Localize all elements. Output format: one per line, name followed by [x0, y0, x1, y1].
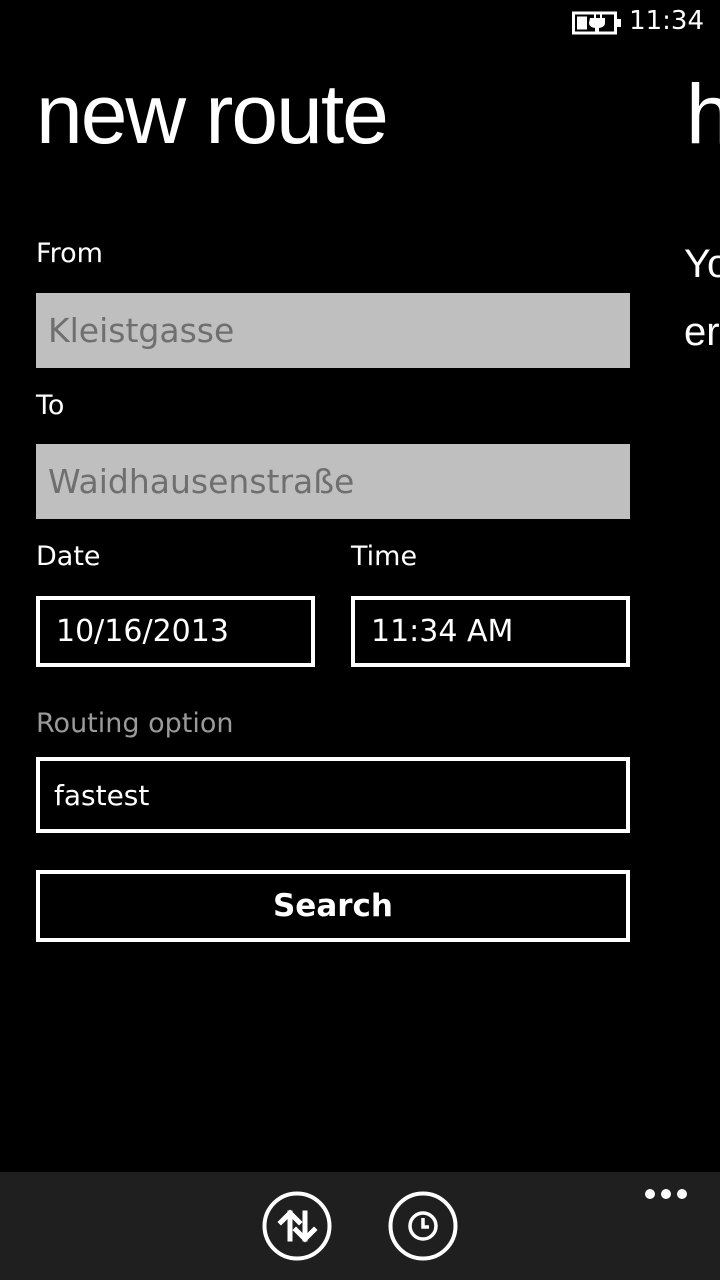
next-pivot-text-peek-line-2: er: [684, 310, 720, 354]
date-picker[interactable]: 10/16/2013: [36, 596, 315, 667]
search-button[interactable]: Search: [36, 870, 630, 942]
to-label: To: [36, 390, 65, 421]
status-time: 11:34: [629, 6, 704, 36]
next-pivot-title-peek[interactable]: h: [686, 68, 720, 161]
date-label: Date: [36, 541, 101, 572]
page-title: new route: [36, 67, 389, 161]
to-input-value: Waidhausenstraße: [48, 462, 355, 501]
ellipsis-icon[interactable]: [644, 1186, 688, 1202]
routing-option-label: Routing option: [36, 708, 234, 739]
time-label: Time: [351, 541, 418, 572]
from-label: From: [36, 238, 103, 269]
routing-option-picker[interactable]: fastest: [36, 757, 630, 833]
date-picker-value: 10/16/2013: [56, 614, 229, 649]
routing-option-value: fastest: [54, 778, 150, 812]
from-input[interactable]: Kleistgasse: [36, 293, 630, 368]
from-input-value: Kleistgasse: [48, 311, 235, 350]
clock-icon[interactable]: [388, 1191, 458, 1261]
status-bar: 11:34: [0, 0, 720, 48]
app-bar: [0, 1172, 720, 1280]
swap-direction-icon[interactable]: [262, 1191, 332, 1261]
time-picker[interactable]: 11:34 AM: [351, 596, 630, 667]
next-pivot-text-peek-line-1: Yo: [684, 242, 720, 286]
battery-charging-icon: [572, 11, 621, 35]
to-input[interactable]: Waidhausenstraße: [36, 444, 630, 519]
time-picker-value: 11:34 AM: [371, 614, 514, 649]
search-button-label: Search: [272, 888, 393, 924]
